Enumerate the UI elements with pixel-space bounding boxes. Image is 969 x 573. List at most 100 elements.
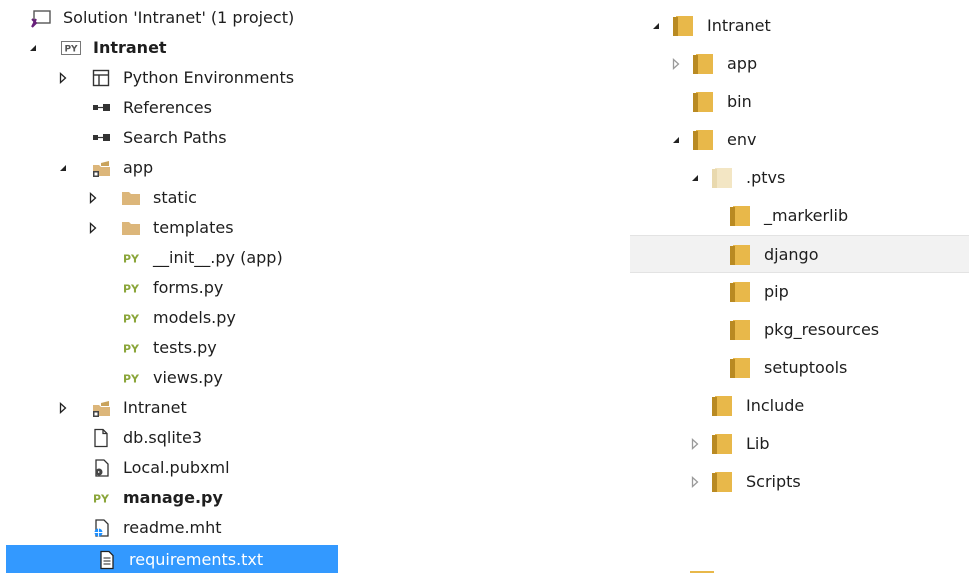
file-icon [90, 427, 112, 449]
solution-item-label: readme.mht [123, 518, 222, 537]
partial-folder-icon [690, 566, 720, 573]
folder-item-intranet[interactable]: Intranet [630, 7, 969, 45]
expand-arrow-icon[interactable] [87, 192, 99, 204]
collapse-arrow-icon[interactable] [670, 134, 682, 146]
collapse-arrow-icon[interactable] [57, 162, 69, 174]
svg-text:PY: PY [123, 343, 140, 356]
collapse-arrow-icon[interactable] [27, 42, 39, 54]
references-icon [90, 97, 112, 119]
folder-icon [727, 317, 753, 343]
folder-item-label: Include [746, 396, 805, 415]
solution-item-tests-py[interactable]: PY tests.py [0, 333, 420, 363]
solution-item-db-sqlite3[interactable]: db.sqlite3 [0, 423, 420, 453]
solution-item-models-py[interactable]: PY models.py [0, 303, 420, 333]
solution-item-label: Intranet [93, 38, 167, 57]
folder-item-label: pip [764, 282, 789, 301]
folder-item-pip[interactable]: pip [630, 273, 969, 311]
python-file-icon: PY [120, 337, 142, 359]
folder-item-setuptools[interactable]: setuptools [630, 349, 969, 387]
folder-item-env[interactable]: env [630, 121, 969, 159]
package-folder-icon [90, 397, 112, 419]
solution-icon [30, 7, 52, 29]
solution-item-forms-py[interactable]: PY forms.py [0, 273, 420, 303]
folder-item-scripts[interactable]: Scripts [630, 463, 969, 501]
solution-item-label: Solution 'Intranet' (1 project) [63, 8, 295, 27]
folder-tree: Intranet app bin env .ptvs _markerlibdjango pi… [630, 0, 969, 573]
collapse-arrow-icon[interactable] [650, 20, 662, 32]
folder-item-label: Intranet [707, 16, 771, 35]
solution-item-python-environments[interactable]: Python Environments [0, 63, 420, 93]
python-file-icon: PY [120, 277, 142, 299]
expand-arrow-icon[interactable] [689, 476, 701, 488]
svg-text:PY: PY [123, 283, 140, 296]
folder-item-label: env [727, 130, 757, 149]
solution-item-label: templates [153, 218, 234, 237]
expand-arrow-icon[interactable] [57, 72, 69, 84]
folder-icon [727, 203, 753, 229]
folder-item-ptvs[interactable]: .ptvs [630, 159, 969, 197]
solution-item-local-pubxml[interactable]: Local.pubxml [0, 453, 420, 483]
folder-item-label: bin [727, 92, 752, 111]
solution-item-label: tests.py [153, 338, 217, 357]
web-archive-icon [90, 517, 112, 539]
solution-item-label: models.py [153, 308, 236, 327]
solution-item-search-paths[interactable]: Search Paths [0, 123, 420, 153]
python-file-icon: PY [120, 307, 142, 329]
expand-arrow-icon[interactable] [689, 438, 701, 450]
folder-item-lib[interactable]: Lib [630, 425, 969, 463]
svg-text:PY: PY [123, 253, 140, 266]
solution-item-label: app [123, 158, 154, 177]
collapse-arrow-icon[interactable] [689, 172, 701, 184]
expand-arrow-icon[interactable] [670, 58, 682, 70]
folder-icon [709, 469, 735, 495]
text-file-icon [96, 549, 118, 571]
solution-item-label: __init__.py (app) [153, 248, 283, 267]
folder-item-app[interactable]: app [630, 45, 969, 83]
folder-item-pkg-resources[interactable]: pkg_resources [630, 311, 969, 349]
folder-icon [670, 13, 696, 39]
folder-icon [727, 279, 753, 305]
folder-item-bin[interactable]: bin [630, 83, 969, 121]
solution-item-label: Local.pubxml [123, 458, 230, 477]
solution-item-solution-intranet-1-project[interactable]: Solution 'Intranet' (1 project) [0, 3, 420, 33]
folder-item-label: Lib [746, 434, 770, 453]
solution-item-views-py[interactable]: PY views.py [0, 363, 420, 393]
solution-item-static[interactable]: static [0, 183, 420, 213]
solution-item-intranet[interactable]: PY Intranet [0, 33, 420, 63]
folder-icon [727, 242, 753, 268]
solution-item-readme-mht[interactable]: readme.mht [0, 513, 420, 543]
solution-item-init-py-app[interactable]: PY __init__.py (app) [0, 243, 420, 273]
solution-item-intranet[interactable]: Intranet [0, 393, 420, 423]
solution-item-label: static [153, 188, 197, 207]
folder-icon [709, 393, 735, 419]
solution-item-references[interactable]: References [0, 93, 420, 123]
solution-item-requirements-txt[interactable]: requirements.txt [6, 545, 338, 573]
solution-item-label: References [123, 98, 212, 117]
solution-item-label: Python Environments [123, 68, 295, 87]
solution-item-label: forms.py [153, 278, 224, 297]
svg-text:PY: PY [123, 373, 140, 386]
folder-item-label: setuptools [764, 358, 848, 377]
solution-item-manage-py[interactable]: PY manage.py [0, 483, 420, 513]
folder-icon [709, 165, 735, 191]
folder-icon [690, 89, 716, 115]
expand-arrow-icon[interactable] [87, 222, 99, 234]
solution-item-label: Search Paths [123, 128, 227, 147]
folder-item-label: django [764, 245, 819, 264]
folder-item-markerlib[interactable]: _markerlib [630, 197, 969, 235]
folder-item-include[interactable]: Include [630, 387, 969, 425]
python-file-icon: PY [120, 367, 142, 389]
solution-item-templates[interactable]: templates [0, 213, 420, 243]
folder-icon [120, 187, 142, 209]
solution-item-label: manage.py [123, 488, 223, 507]
solution-item-app[interactable]: app [0, 153, 420, 183]
folder-item-django[interactable]: django [630, 235, 969, 273]
svg-text:PY: PY [64, 45, 78, 55]
folder-icon [690, 127, 716, 153]
folder-icon [709, 431, 735, 457]
solution-item-label: requirements.txt [129, 550, 264, 569]
solution-item-label: Intranet [123, 398, 187, 417]
expand-arrow-icon[interactable] [57, 402, 69, 414]
folder-icon [690, 51, 716, 77]
publish-profile-icon [90, 457, 112, 479]
